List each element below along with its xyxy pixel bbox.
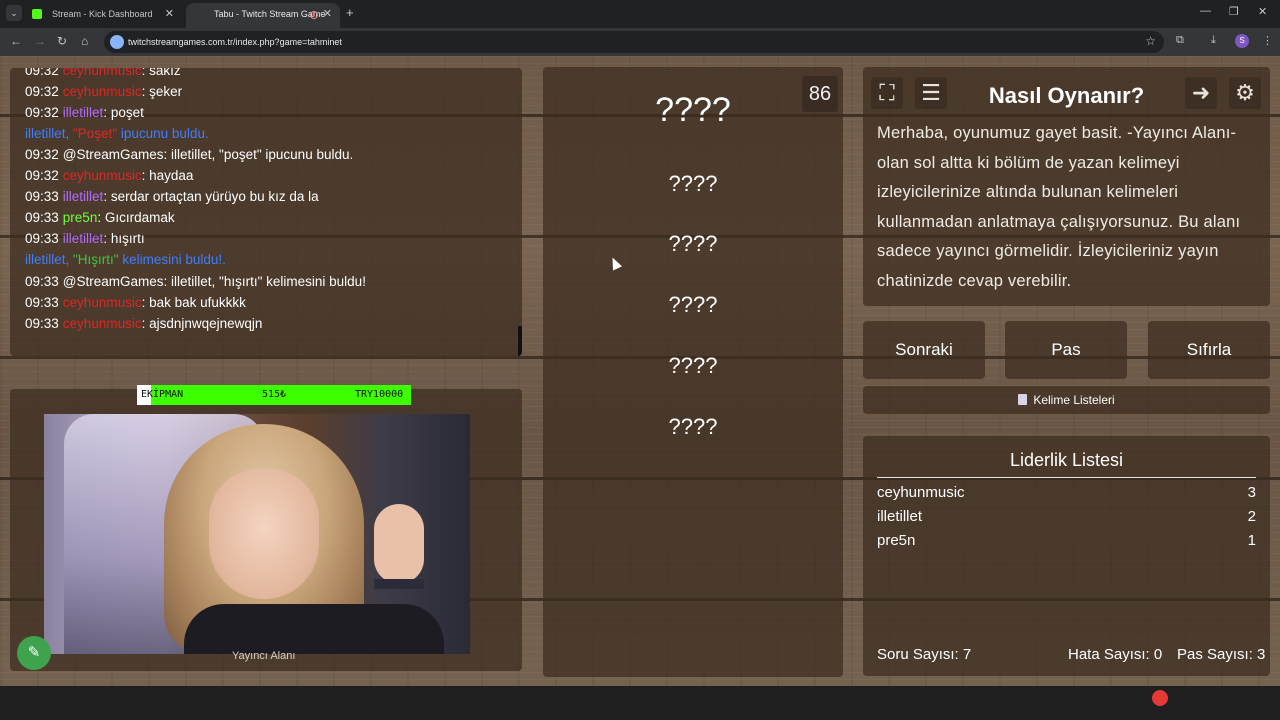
pass-button[interactable]: Pas <box>1005 321 1127 379</box>
download-icon[interactable]: ⤓ <box>1211 34 1216 47</box>
forbidden-word: ???? <box>668 231 718 256</box>
chat-panel: 09:32 ceyhunmusic: sakız 09:32 ceyhunmusic… <box>10 68 522 356</box>
chat-line: 09:33 illetillet: hışırtı <box>25 231 145 246</box>
words-panel: 86 ???? ???? ???? ???? ???? ???? <box>543 67 843 677</box>
leaderboard-panel: Liderlik Listesi ceyhunmusic 3 illetille… <box>863 436 1270 676</box>
close-tab-icon[interactable]: ✕ <box>323 3 332 25</box>
chat-line: 09:33 ceyhunmusic: bak bak ufukkkk <box>25 295 246 310</box>
kick-favicon-icon <box>32 9 42 19</box>
streamer-area: EKİPMAN 515₺ TRY10000 Yayıncı Alanı <box>10 385 522 671</box>
leaderboard-row: illetillet 2 <box>877 508 1256 530</box>
game-page: 09:32 ceyhunmusic: sakız 09:32 ceyhunmusic… <box>0 56 1280 686</box>
chat-line: 09:33 ceyhunmusic: ajsdnjnwqejnewqjn <box>25 316 263 331</box>
next-button[interactable]: Sonraki <box>863 321 985 379</box>
tab-title: Tabu - Twitch Stream Game <box>214 9 326 19</box>
window-close-icon[interactable]: ✕ <box>1258 5 1267 18</box>
player-name: illetillet <box>877 508 923 525</box>
browser-tabbar: ⌄ Stream - Kick Dashboard ✕ Tabu - Twitc… <box>0 0 1280 28</box>
chat-scrollbar[interactable] <box>518 326 522 356</box>
menu-icon[interactable]: ⋮ <box>1262 34 1273 47</box>
browser-toolbar: ← → ↻ ⌂ twitchstreamgames.com.tr/index.p… <box>0 28 1280 56</box>
how-to-play-title: Nasıl Oynanır? <box>988 83 1145 108</box>
webcam-feed <box>44 414 470 654</box>
back-icon[interactable]: ← <box>10 34 22 48</box>
chat-system-line: illetillet, "Poşet" ipucunu buldu. <box>25 126 209 141</box>
leaderboard-title: Liderlik Listesi <box>877 450 1256 478</box>
donation-target: TRY10000 <box>355 389 404 400</box>
leaderboard-row: pre5n 1 <box>877 532 1256 554</box>
forbidden-word: ???? <box>668 171 718 196</box>
player-score: 2 <box>1247 508 1256 525</box>
extensions-icon[interactable]: ⧉ <box>1176 34 1184 47</box>
how-to-play-panel: ⛶ ☰ ➜ ⚙ Nasıl Oynanır? Merhaba, oyunumuz… <box>863 67 1270 306</box>
tab-title: Stream - Kick Dashboard <box>52 9 153 19</box>
recording-icon <box>310 11 318 19</box>
tab-kick-dashboard[interactable]: Stream - Kick Dashboard ✕ <box>24 3 182 28</box>
new-tab-icon[interactable]: + <box>346 5 354 20</box>
forbidden-word: ???? <box>668 292 718 317</box>
tab-search-icon[interactable]: ⌄ <box>6 5 22 21</box>
player-score: 1 <box>1247 532 1256 549</box>
word-lists-label: Kelime Listeleri <box>1033 393 1115 407</box>
leaderboard-row: ceyhunmusic 3 <box>877 484 1256 506</box>
donation-amount: 515₺ <box>262 389 287 400</box>
chat-line: 09:32 ceyhunmusic: şeker <box>25 84 183 99</box>
reset-button[interactable]: Sıfırla <box>1148 321 1270 379</box>
pass-count: Pas Sayısı: 3 <box>1177 646 1266 663</box>
chat-line: 09:32 @StreamGames: illetillet, "poşet" i… <box>25 147 354 162</box>
chat-line: 09:32 ceyhunmusic: haydaa <box>25 168 194 183</box>
main-word: ???? <box>655 91 731 129</box>
chat-line: 09:33 @StreamGames: illetillet, "hışırtı"… <box>25 274 366 289</box>
player-name: pre5n <box>877 532 916 549</box>
chat-system-line: illetillet, "Hışırtı" kelimesini buldu!. <box>25 252 226 267</box>
forbidden-word: ???? <box>668 353 718 378</box>
donation-label: EKİPMAN <box>141 389 184 400</box>
streamer-area-label: Yayıncı Alanı <box>232 650 296 662</box>
error-count: Hata Sayısı: 0 <box>1068 646 1163 663</box>
question-count: Soru Sayısı: 7 <box>877 646 972 663</box>
word-lists-button[interactable]: Kelime Listeleri <box>863 386 1270 414</box>
app-logo-icon[interactable] <box>1152 690 1168 706</box>
streamer-shirt <box>184 604 444 654</box>
restore-icon[interactable]: ❐ <box>1229 5 1239 18</box>
reload-icon[interactable]: ↻ <box>57 34 67 48</box>
wristband <box>374 579 424 589</box>
url-text: twitchstreamgames.com.tr/index.php?game=… <box>128 37 342 47</box>
taskbar <box>0 686 1280 720</box>
player-score: 3 <box>1247 484 1256 501</box>
chat-line: 09:32 ceyhunmusic: sakız <box>25 68 181 78</box>
home-icon[interactable]: ⌂ <box>81 34 88 48</box>
chat-line: 09:32 illetillet: poşet <box>25 105 144 120</box>
tab-tabu-game[interactable]: Tabu - Twitch Stream Game ✕ <box>186 3 340 28</box>
streamer-hand <box>374 504 424 584</box>
streamer-face <box>209 469 319 599</box>
profile-avatar[interactable]: S <box>1235 34 1249 48</box>
site-info-icon[interactable] <box>110 35 124 49</box>
close-tab-icon[interactable]: ✕ <box>165 3 174 25</box>
list-icon <box>1018 394 1028 405</box>
chat-line: 09:33 pre5n: Gıcırdamak <box>25 210 175 225</box>
chat-line: 09:33 illetillet: serdar ortaçtan yürüyo … <box>25 189 319 204</box>
edit-fab-icon[interactable]: ✎ <box>17 636 51 670</box>
forbidden-word: ???? <box>668 414 718 439</box>
donation-goal-bar: EKİPMAN 515₺ TRY10000 <box>137 385 411 405</box>
bookmark-star-icon[interactable]: ☆ <box>1145 34 1156 48</box>
how-to-play-text: Merhaba, oyunumuz gayet basit. -Yayıncı … <box>877 124 1241 290</box>
player-name: ceyhunmusic <box>877 484 965 501</box>
forward-icon[interactable]: → <box>34 34 46 48</box>
address-bar[interactable]: twitchstreamgames.com.tr/index.php?game=… <box>104 31 1164 53</box>
minimize-icon[interactable]: — <box>1200 5 1211 17</box>
